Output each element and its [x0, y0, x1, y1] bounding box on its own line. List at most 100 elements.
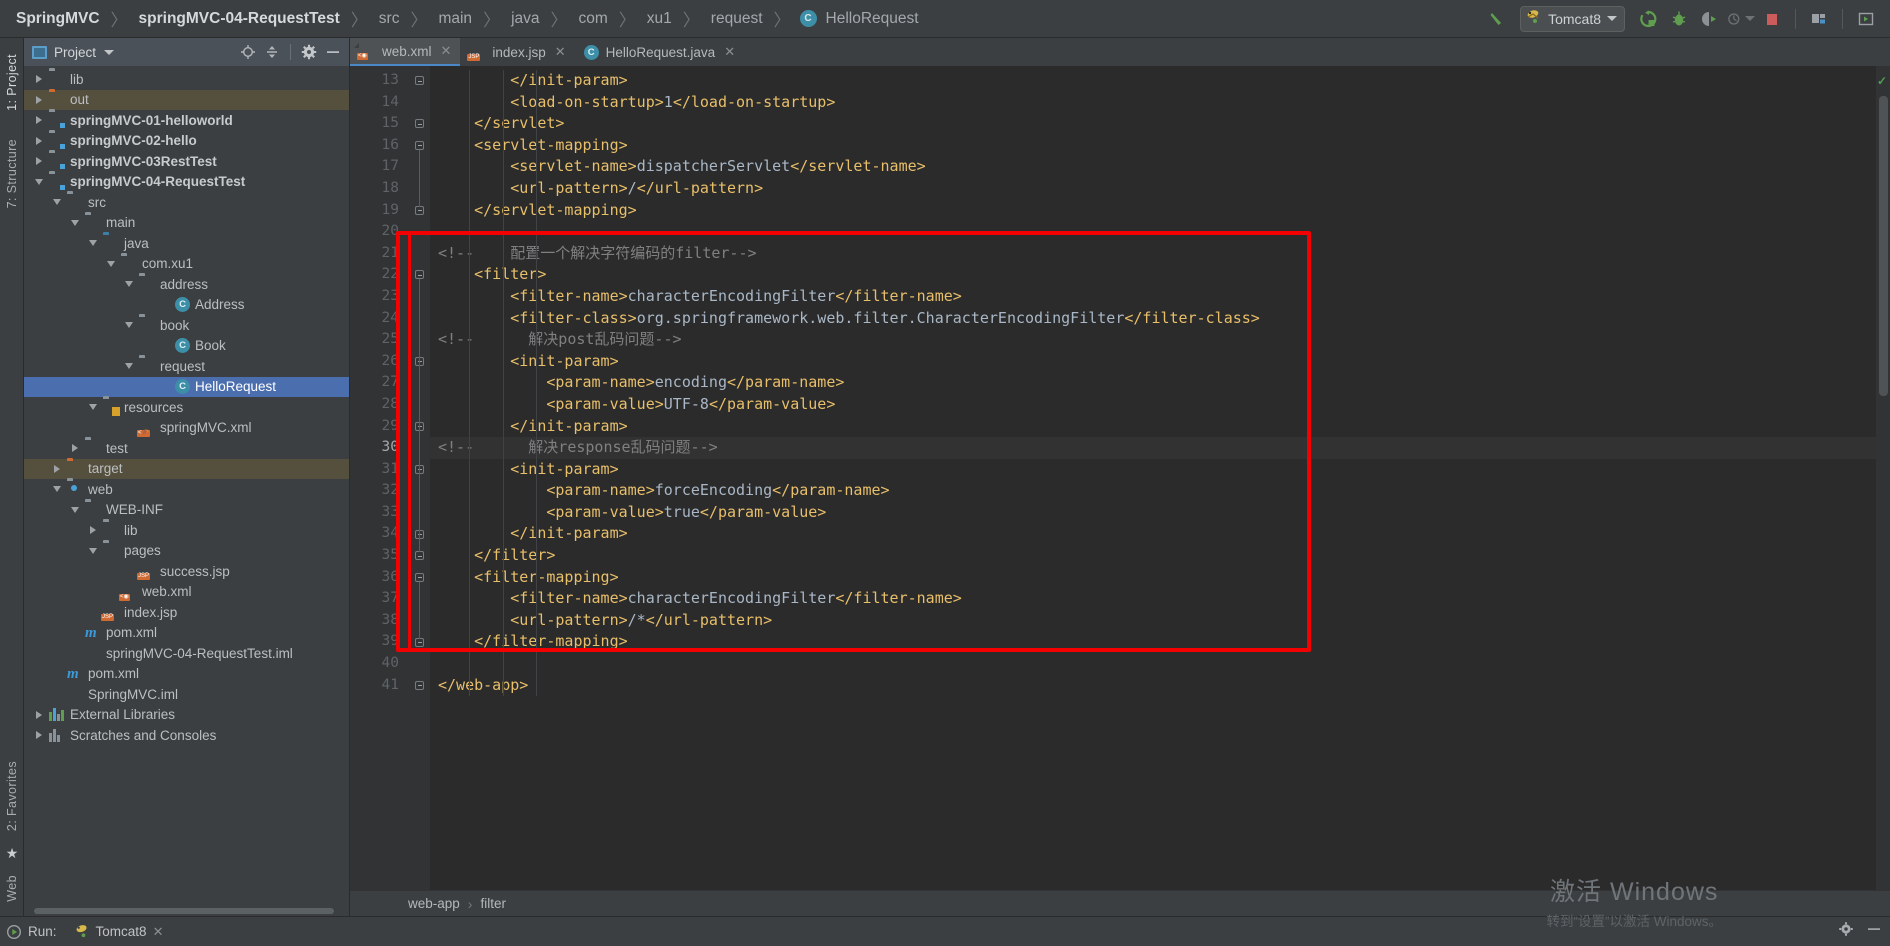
chevron-down-icon[interactable]: [1745, 16, 1755, 21]
tree-node-com.xu1[interactable]: com.xu1: [24, 254, 349, 275]
tree-node-pom.xml[interactable]: m pom.xml: [24, 664, 349, 685]
tree-node-src[interactable]: src: [24, 192, 349, 213]
breadcrumb-item-main[interactable]: main: [436, 8, 474, 30]
run-configuration-selector[interactable]: Tomcat8: [1520, 5, 1625, 32]
tree-node-springmvc-01-helloworld[interactable]: springMVC-01-helloworld: [24, 110, 349, 131]
collapse-arrow-icon[interactable]: [86, 240, 99, 247]
gear-icon[interactable]: [299, 42, 319, 62]
tree-node-lib[interactable]: lib: [24, 520, 349, 541]
target-icon[interactable]: [238, 42, 258, 62]
tree-node-web.xml[interactable]: <◉ web.xml: [24, 582, 349, 603]
breadcrumb-item-hellorequest[interactable]: C HelloRequest: [799, 8, 921, 30]
editor-fold-gutter[interactable]: [408, 66, 430, 890]
tree-node-address[interactable]: C Address: [24, 295, 349, 316]
tree-node-pages[interactable]: pages: [24, 541, 349, 562]
code-line[interactable]: </init-param>: [430, 416, 1876, 438]
collapse-arrow-icon[interactable]: [50, 199, 63, 206]
code-line[interactable]: <filter-name>characterEncodingFilter</fi…: [430, 286, 1876, 308]
code-line[interactable]: <servlet-name>dispatcherServlet</servlet…: [430, 156, 1876, 178]
expand-arrow-icon[interactable]: [68, 444, 81, 453]
run-icon[interactable]: [6, 924, 22, 940]
tree-node-external-libraries[interactable]: External Libraries: [24, 705, 349, 726]
close-icon[interactable]: ✕: [441, 43, 452, 59]
build-hammer-icon[interactable]: [1483, 6, 1511, 32]
tree-node-web-inf[interactable]: WEB-INF: [24, 500, 349, 521]
tree-node-success.jsp[interactable]: JSP success.jsp: [24, 561, 349, 582]
fold-collapse-icon[interactable]: [415, 140, 424, 150]
collapse-arrow-icon[interactable]: [50, 486, 63, 493]
tree-node-resources[interactable]: resources: [24, 397, 349, 418]
code-line[interactable]: <!-- 解决response乱码问题-->: [430, 437, 1876, 459]
tree-node-book[interactable]: book: [24, 315, 349, 336]
code-line[interactable]: <load-on-startup>1</load-on-startup>: [430, 92, 1876, 114]
editor-code[interactable]: </init-param> <load-on-startup>1</load-o…: [430, 66, 1876, 890]
editor-tab-index-jsp[interactable]: JSP index.jsp ✕: [460, 38, 574, 66]
code-line[interactable]: <filter-name>characterEncodingFilter</fi…: [430, 588, 1876, 610]
run-tool-label[interactable]: Run:: [28, 924, 57, 939]
tree-node-address[interactable]: address: [24, 274, 349, 295]
minimize-icon[interactable]: [323, 42, 343, 62]
code-line[interactable]: <url-pattern>/*</url-pattern>: [430, 610, 1876, 632]
tree-node-scratches-and-consoles[interactable]: Scratches and Consoles: [24, 725, 349, 746]
tree-node-request[interactable]: request: [24, 356, 349, 377]
editor-scrollbar-thumb[interactable]: [1879, 96, 1888, 396]
tree-node-web[interactable]: web: [24, 479, 349, 500]
tree-node-hellorequest[interactable]: C HelloRequest: [24, 376, 349, 397]
project-tree[interactable]: lib out springMVC-01-helloworld springMVC-0…: [24, 66, 349, 906]
editor-breadcrumb-item-web-app[interactable]: web-app: [408, 896, 460, 911]
editor-viewport[interactable]: 13 14 15 16 17 18 19 20 21 22 23 24 25 26 27 28 29 30 31 32…: [350, 66, 1890, 890]
editor-breadcrumb-item-filter[interactable]: filter: [480, 896, 506, 911]
expand-arrow-icon[interactable]: [50, 464, 63, 473]
expand-arrow-icon[interactable]: [32, 116, 45, 125]
fold-expand-icon[interactable]: [415, 119, 424, 129]
code-line[interactable]: </servlet>: [430, 113, 1876, 135]
collapse-arrow-icon[interactable]: [68, 506, 81, 513]
tree-node-springmvc-03resttest[interactable]: springMVC-03RestTest: [24, 151, 349, 172]
code-line[interactable]: </init-param>: [430, 523, 1876, 545]
expand-arrow-icon[interactable]: [32, 157, 45, 166]
breadcrumb-item-springmvc[interactable]: SpringMVC: [14, 8, 102, 30]
tree-node-out[interactable]: out: [24, 89, 349, 110]
tree-node-lib[interactable]: lib: [24, 69, 349, 90]
code-line[interactable]: <init-param>: [430, 351, 1876, 373]
code-line[interactable]: [430, 221, 1876, 243]
tree-node-springmvc-04-requesttest.iml[interactable]: springMVC-04-RequestTest.iml: [24, 643, 349, 664]
fold-expand-icon[interactable]: [415, 205, 424, 215]
fold-expand-icon[interactable]: [415, 637, 424, 647]
expand-arrow-icon[interactable]: [32, 95, 45, 104]
collapse-arrow-icon[interactable]: [68, 219, 81, 226]
collapse-arrow-icon[interactable]: [122, 363, 135, 370]
collapse-arrow-icon[interactable]: [122, 281, 135, 288]
code-line[interactable]: <!-- 配置一个解决字符编码的filter-->: [430, 243, 1876, 265]
code-line[interactable]: <servlet-mapping>: [430, 135, 1876, 157]
code-line[interactable]: <param-value>true</param-value>: [430, 502, 1876, 524]
fold-collapse-icon[interactable]: [415, 270, 424, 280]
tree-node-pom.xml[interactable]: m pom.xml: [24, 623, 349, 644]
breadcrumb-item-xu1[interactable]: xu1: [645, 8, 674, 30]
tree-node-java[interactable]: java: [24, 233, 349, 254]
breadcrumb-item-springmvc-04-requesttest[interactable]: springMVC-04-RequestTest: [137, 8, 342, 30]
tree-node-test[interactable]: test: [24, 438, 349, 459]
project-structure-icon[interactable]: [1805, 6, 1833, 32]
run-config-tab[interactable]: Tomcat8 ✕: [75, 923, 163, 941]
profiler-icon[interactable]: [1727, 6, 1755, 32]
code-line[interactable]: </servlet-mapping>: [430, 200, 1876, 222]
fold-collapse-icon[interactable]: [415, 572, 424, 582]
star-icon[interactable]: ★: [4, 845, 20, 861]
fold-expand-icon[interactable]: [415, 76, 424, 85]
code-line[interactable]: <!-- 解决post乱码问题-->: [430, 329, 1876, 351]
close-icon[interactable]: ✕: [555, 44, 566, 60]
coverage-icon[interactable]: [1696, 6, 1724, 32]
project-tree-horizontal-scrollbar[interactable]: [24, 906, 349, 916]
sidebar-item-project[interactable]: 1: Project: [2, 46, 22, 119]
collapse-arrow-icon[interactable]: [122, 322, 135, 329]
editor-marker-bar[interactable]: ✓: [1876, 66, 1890, 890]
expand-arrow-icon[interactable]: [32, 731, 45, 740]
layout-icon[interactable]: [1852, 6, 1880, 32]
editor-tab-hellorequest-java[interactable]: C HelloRequest.java ✕: [575, 38, 744, 66]
code-line[interactable]: </init-param>: [430, 70, 1876, 92]
close-icon[interactable]: ✕: [724, 44, 735, 60]
debug-bug-icon[interactable]: [1665, 6, 1693, 32]
stop-square-icon[interactable]: [1758, 6, 1786, 32]
code-line[interactable]: <filter>: [430, 264, 1876, 286]
